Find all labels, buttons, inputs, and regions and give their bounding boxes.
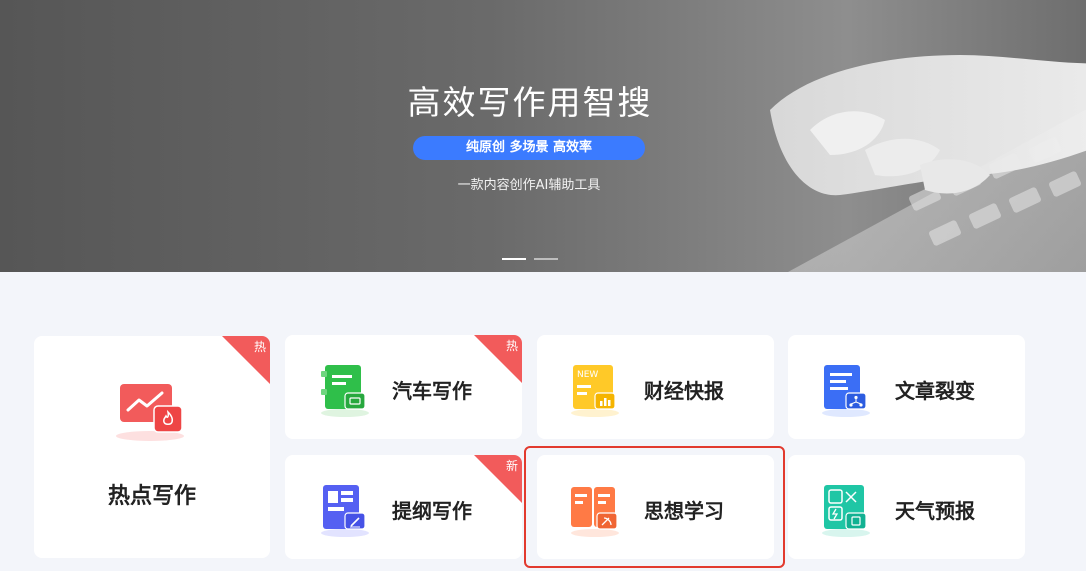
carousel-indicators [502,258,558,260]
tool-card-weather-report[interactable]: 天气预报 [788,455,1025,559]
new-tag: NEW [577,370,598,380]
study-book-icon [571,487,619,537]
tool-card-thought-study[interactable]: 思想学习 [537,455,774,559]
weather-grid-icon [822,485,870,537]
tool-label: 提纲写作 [392,499,472,523]
tool-card-finance-news[interactable]: NEW 财经快报 [537,335,774,439]
typing-hands-photo [770,55,1086,272]
banner-title: 高效写作用智搜 [407,83,653,122]
new-badge-text: 新 [505,459,518,473]
carousel-dot-2[interactable] [534,258,558,260]
tool-card-hot-writing[interactable]: 热 热点写作 [34,336,270,558]
tool-card-car-writing[interactable]: 热 汽车写作 [285,335,522,439]
tool-card-outline-writing[interactable]: 新 提纲写作 [285,455,522,559]
banner-tagline-pill: 纯原创 多场景 高效率 [413,136,645,160]
finance-chart-icon: NEW [571,365,619,417]
article-split-icon [822,365,870,417]
banner-subtitle: 一款内容创作AI辅助工具 [457,178,601,193]
outline-edit-icon [321,485,369,537]
car-document-icon [321,365,369,417]
tool-label: 热点写作 [107,484,196,509]
hero-banner[interactable]: 高效写作用智搜 纯原创 多场景 高效率 一款内容创作AI辅助工具 [0,0,1086,272]
hot-badge-text: 热 [505,339,518,353]
tool-label: 天气预报 [895,499,975,523]
hot-badge-text: 热 [253,340,266,354]
tool-label: 思想学习 [644,499,724,523]
trending-monitor-icon [116,384,184,441]
carousel-dot-1[interactable] [502,258,526,260]
tool-label: 财经快报 [644,379,724,403]
tool-label: 汽车写作 [392,379,472,403]
tool-label: 文章裂变 [895,379,975,403]
tool-card-article-split[interactable]: 文章裂变 [788,335,1025,439]
